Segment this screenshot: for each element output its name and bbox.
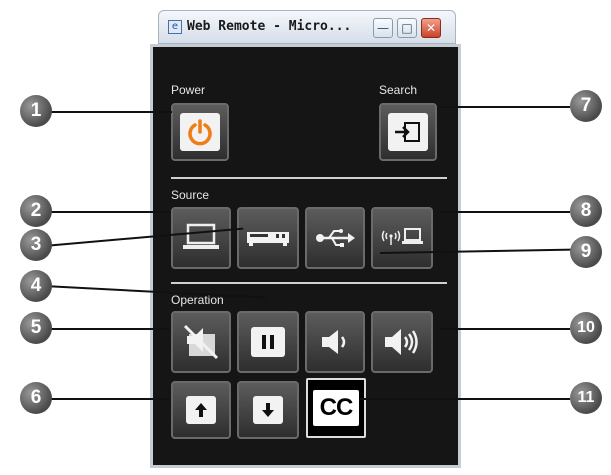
divider-middle: [171, 282, 447, 284]
leader-6: [44, 398, 170, 400]
av-mute-icon: [183, 324, 219, 360]
leader-8: [440, 211, 570, 213]
callout-6: 6: [20, 382, 52, 414]
leader-2: [44, 211, 170, 213]
ie-app-icon: e: [168, 20, 182, 34]
callout-4: 4: [20, 270, 52, 302]
freeze-button[interactable]: [237, 311, 299, 373]
leader-1: [44, 111, 172, 113]
leader-11: [360, 398, 570, 400]
volume-up-button[interactable]: [371, 311, 433, 373]
callout-2: 2: [20, 195, 52, 227]
leader-5: [44, 328, 170, 330]
close-icon: ✕: [425, 21, 437, 35]
window-title: Web Remote - Micro...: [187, 19, 352, 34]
source-video-button[interactable]: [237, 207, 299, 269]
source-computer-button[interactable]: [171, 207, 231, 269]
volume-down-icon: [322, 330, 346, 354]
callout-10: 10: [570, 312, 602, 344]
callout-5: 5: [20, 312, 52, 344]
pause-icon: [262, 335, 274, 349]
volume-down-button[interactable]: [305, 311, 365, 373]
power-button[interactable]: [171, 103, 229, 161]
callout-7: 7: [570, 90, 602, 122]
source-usb-button[interactable]: [305, 207, 365, 269]
source-network-button[interactable]: [371, 207, 433, 269]
power-label: Power: [171, 83, 206, 97]
laptop-icon: [183, 223, 219, 249]
maximize-button[interactable]: □: [397, 18, 417, 38]
maximize-icon: □: [401, 21, 413, 35]
arrow-up-icon: [195, 403, 207, 417]
callout-11: 11: [570, 382, 602, 414]
search-source-button[interactable]: [379, 103, 437, 161]
close-button[interactable]: ✕: [421, 18, 441, 38]
video-device-icon: [247, 232, 289, 246]
search-label: Search: [379, 83, 418, 97]
remote-panel: Power Search Source Operation CC: [150, 44, 461, 468]
minimize-button[interactable]: —: [373, 18, 393, 38]
callout-8: 8: [570, 195, 602, 227]
search-source-icon: [395, 122, 420, 142]
divider-top: [171, 177, 447, 179]
minimize-icon: —: [377, 21, 389, 35]
leader-10: [440, 328, 570, 330]
source-label: Source: [171, 188, 210, 202]
usb-icon: [316, 229, 355, 247]
closed-caption-button[interactable]: CC: [306, 378, 366, 438]
callout-9: 9: [570, 236, 602, 268]
leader-7: [440, 106, 570, 108]
network-icon: [381, 228, 423, 245]
title-bar[interactable]: e Web Remote - Micro... — □ ✕: [158, 10, 456, 44]
av-mute-button[interactable]: [171, 311, 231, 373]
closed-caption-icon: CC: [319, 394, 354, 421]
callout-3: 3: [20, 229, 52, 261]
arrow-down-icon: [262, 403, 274, 417]
power-icon: [188, 119, 212, 146]
page-down-button[interactable]: [237, 381, 299, 439]
page-up-button[interactable]: [171, 381, 231, 439]
volume-up-icon: [385, 329, 418, 355]
callout-1: 1: [20, 95, 52, 127]
